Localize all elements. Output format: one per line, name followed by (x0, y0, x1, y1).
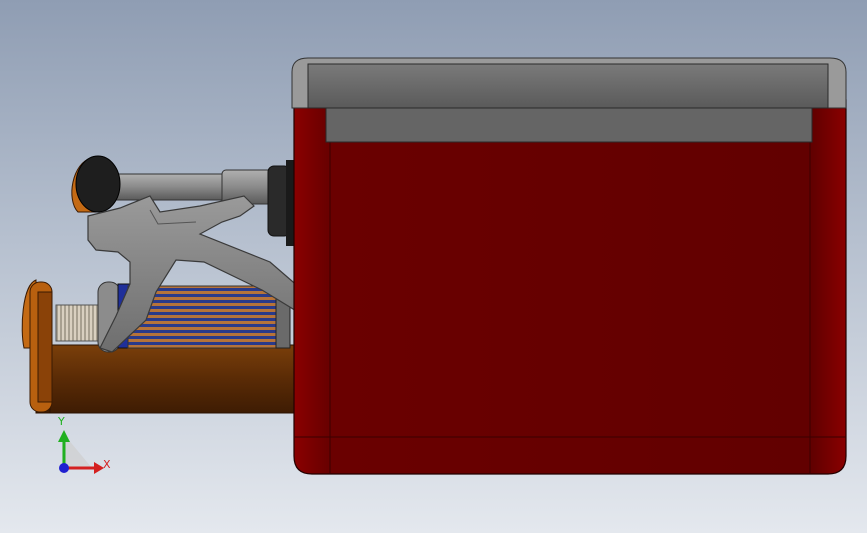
reference-triad[interactable] (58, 430, 104, 474)
filter-element[interactable] (55, 281, 291, 353)
graphics-viewport[interactable]: X Y (0, 0, 867, 533)
axis-x-label: X (103, 458, 111, 471)
housing-body[interactable] (293, 99, 847, 475)
model-scene[interactable] (0, 0, 867, 533)
housing-lid[interactable] (291, 57, 847, 143)
axis-y-label: Y (58, 415, 65, 428)
cylinder-end-flange[interactable] (21, 279, 53, 413)
shaft-end-knob[interactable] (71, 155, 121, 213)
axis-z-icon (59, 463, 69, 473)
cylinder-body[interactable] (35, 344, 297, 414)
